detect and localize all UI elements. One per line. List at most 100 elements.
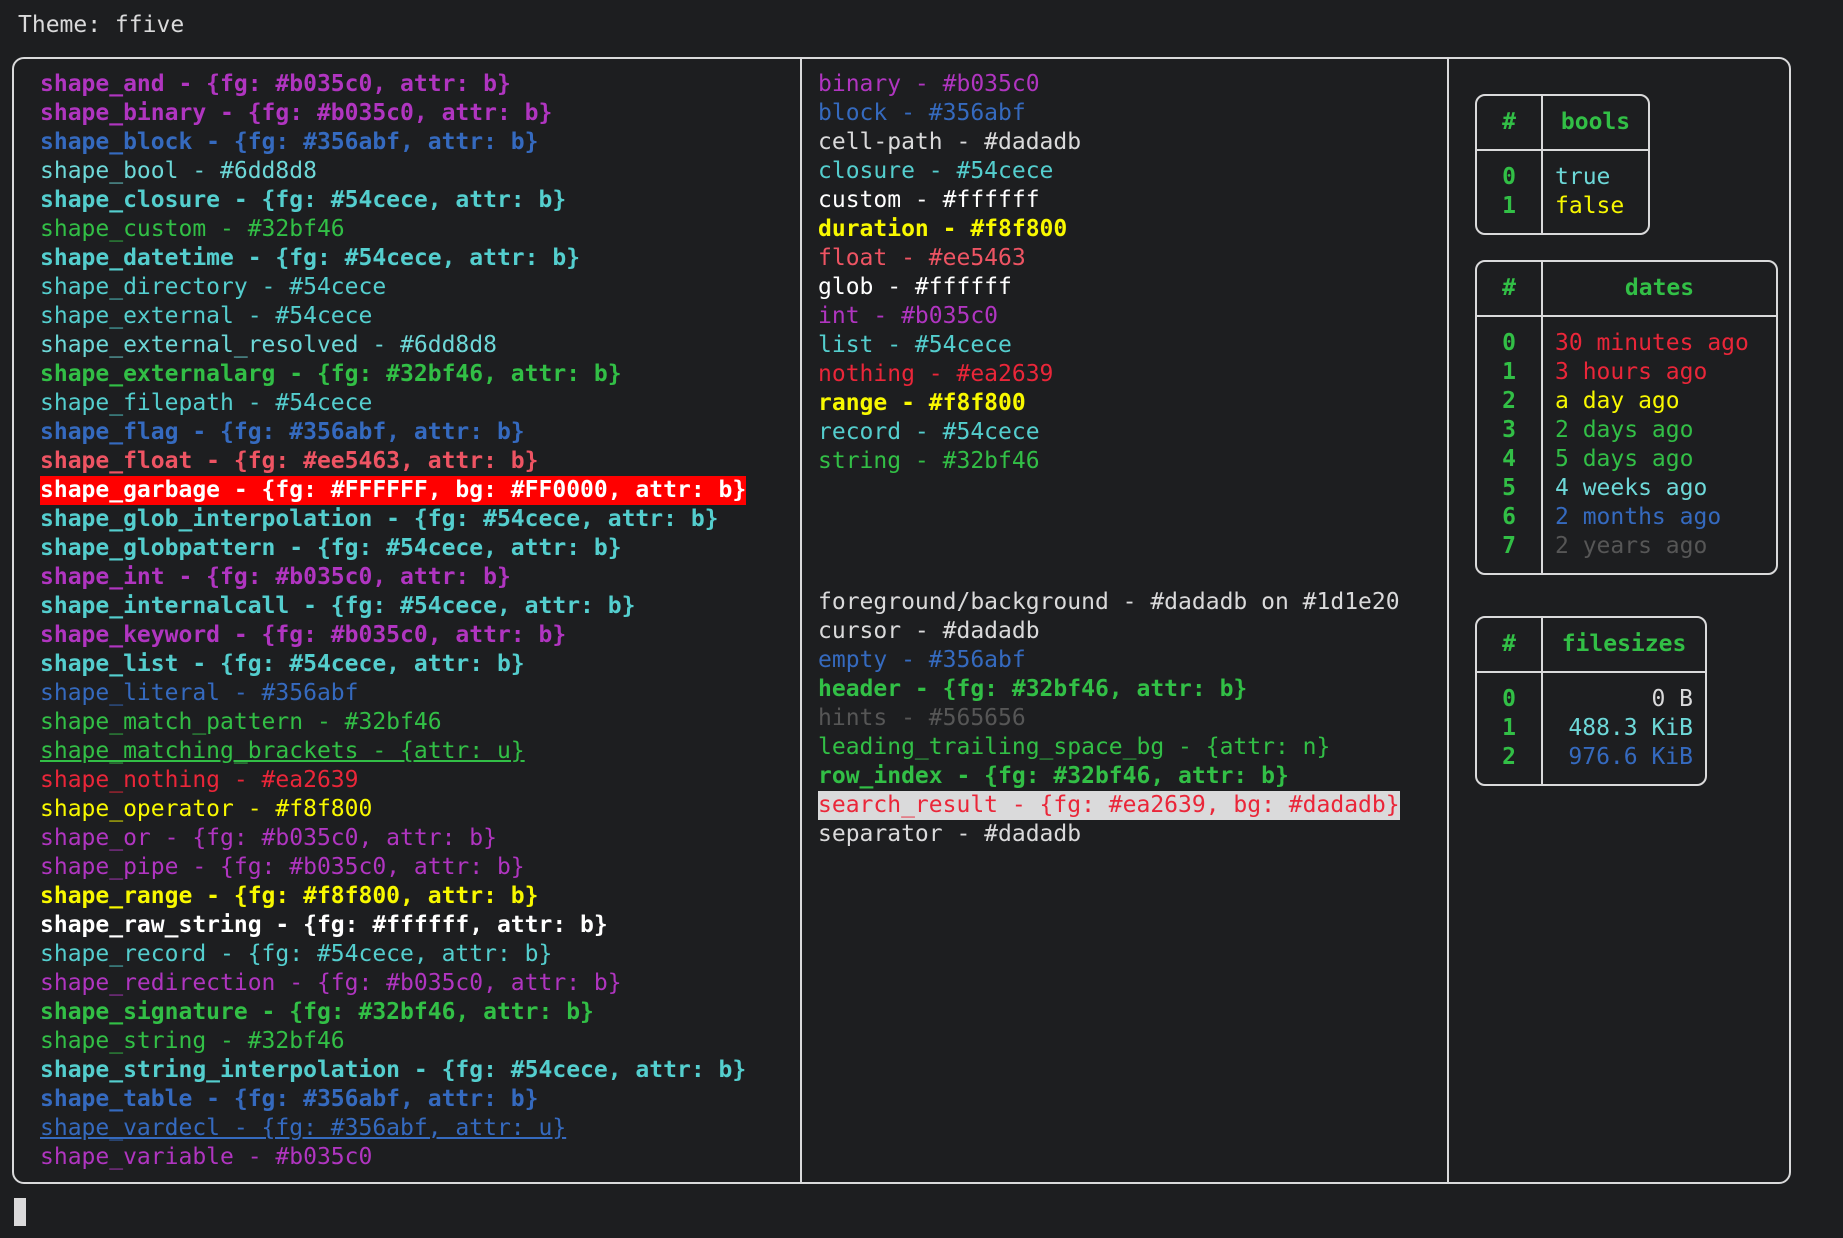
table-row: 0 30 minutes ago xyxy=(1477,316,1776,358)
shape-entry: shape_nothing - #ea2639 xyxy=(40,767,359,793)
table-row: 7 2 years ago xyxy=(1477,532,1776,573)
ui-elements-column: foreground/background - #dadadb on #1d1e… xyxy=(818,588,1400,849)
type-entry: glob - #ffffff xyxy=(818,274,1012,300)
row-value: true xyxy=(1555,164,1611,190)
row-index: 0 xyxy=(1477,316,1543,358)
shape-entry: shape_signature - {fg: #32bf46, attr: b} xyxy=(40,999,594,1025)
row-index: 2 xyxy=(1477,743,1543,784)
shape-entry: shape_block - {fg: #356abf, attr: b} xyxy=(40,129,539,155)
row-value: 488.3 KiB xyxy=(1568,715,1693,741)
shape-entry: shape_keyword - {fg: #b035c0, attr: b} xyxy=(40,622,567,648)
dates-table: # dates 0 30 minutes ago 1 3 hours ago 2 a da… xyxy=(1475,260,1778,575)
table-row: 0 0 B xyxy=(1477,672,1705,714)
bools-table: # bools 0 true 1 false xyxy=(1475,94,1650,235)
shape-entry: shape_raw_string - {fg: #ffffff, attr: b… xyxy=(40,912,608,938)
shape-entry: shape_string_interpolation - {fg: #54cec… xyxy=(40,1057,747,1083)
type-entry: block - #356abf xyxy=(818,100,1026,126)
row-index: 3 xyxy=(1477,416,1543,445)
ui-entry: row_index - {fg: #32bf46, attr: b} xyxy=(818,763,1289,789)
shape-entry: shape_glob_interpolation - {fg: #54cece,… xyxy=(40,506,719,532)
shape-entry: shape_or - {fg: #b035c0, attr: b} xyxy=(40,825,497,851)
shape-entry: shape_record - {fg: #54cece, attr: b} xyxy=(40,941,553,967)
shape-entry: shape_int - {fg: #b035c0, attr: b} xyxy=(40,564,511,590)
shape-entry: shape_redirection - {fg: #b035c0, attr: … xyxy=(40,970,622,996)
row-value: 30 minutes ago xyxy=(1555,330,1749,356)
row-index: 2 xyxy=(1477,387,1543,416)
ui-entry: search_result - {fg: #ea2639, bg: #dadad… xyxy=(818,791,1400,820)
row-index: 1 xyxy=(1477,714,1543,743)
terminal-screen: Theme: ffive shape_and - {fg: #b035c0, a… xyxy=(0,0,1843,1238)
type-entry: record - #54cece xyxy=(818,419,1040,445)
row-index: 4 xyxy=(1477,445,1543,474)
filesizes-index-header: # xyxy=(1477,618,1543,673)
table-row: 6 2 months ago xyxy=(1477,503,1776,532)
ui-entry: separator - #dadadb xyxy=(818,821,1082,847)
table-row: 1 false xyxy=(1477,192,1648,233)
shape-entry: shape_flag - {fg: #356abf, attr: b} xyxy=(40,419,525,445)
shape-entry: shape_operator - #f8f800 xyxy=(40,796,373,822)
ui-entry: hints - #565656 xyxy=(818,705,1026,731)
type-entry: duration - #f8f800 xyxy=(818,216,1068,242)
shape-entry: shape_binary - {fg: #b035c0, attr: b} xyxy=(40,100,553,126)
table-row: 4 5 days ago xyxy=(1477,445,1776,474)
shape-entry: shape_matching_brackets - {attr: u} xyxy=(40,738,525,764)
type-entry: string - #32bf46 xyxy=(818,448,1040,474)
row-value: 2 years ago xyxy=(1555,533,1708,559)
shape-entry: shape_custom - #32bf46 xyxy=(40,216,345,242)
row-index: 5 xyxy=(1477,474,1543,503)
table-row: 3 2 days ago xyxy=(1477,416,1776,445)
shape-entry: shape_match_pattern - #32bf46 xyxy=(40,709,442,735)
type-entry: cell-path - #dadadb xyxy=(818,129,1082,155)
column-divider-1 xyxy=(800,59,802,1182)
shape-entry: shape_filepath - #54cece xyxy=(40,390,373,416)
shape-entry: shape_range - {fg: #f8f800, attr: b} xyxy=(40,883,539,909)
shape-entry: shape_datetime - {fg: #54cece, attr: b} xyxy=(40,245,581,271)
ui-entry: header - {fg: #32bf46, attr: b} xyxy=(818,676,1248,702)
type-entry: custom - #ffffff xyxy=(818,187,1040,213)
bools-value-header: bools xyxy=(1542,96,1648,151)
type-entry: float - #ee5463 xyxy=(818,245,1026,271)
bools-index-header: # xyxy=(1477,96,1543,151)
row-value: 3 hours ago xyxy=(1555,359,1708,385)
column-divider-2 xyxy=(1447,59,1449,1182)
type-entry: int - #b035c0 xyxy=(818,303,999,329)
types-column: binary - #b035c0 block - #356abf cell-path… xyxy=(818,70,1081,476)
row-index: 1 xyxy=(1477,358,1543,387)
table-row: 5 4 weeks ago xyxy=(1477,474,1776,503)
ui-entry: leading_trailing_space_bg - {attr: n} xyxy=(818,734,1331,760)
row-index: 7 xyxy=(1477,532,1543,573)
shape-entry: shape_external - #54cece xyxy=(40,303,373,329)
row-value: 5 days ago xyxy=(1555,446,1694,472)
dates-index-header: # xyxy=(1477,262,1543,317)
shape-entry: shape_string - #32bf46 xyxy=(40,1028,345,1054)
table-row: 2 a day ago xyxy=(1477,387,1776,416)
row-value: false xyxy=(1555,193,1625,219)
ui-entry: empty - #356abf xyxy=(818,647,1026,673)
table-row: 1 3 hours ago xyxy=(1477,358,1776,387)
shape-entry: shape_globpattern - {fg: #54cece, attr: … xyxy=(40,535,622,561)
theme-title: Theme: ffive xyxy=(18,12,185,38)
terminal-cursor xyxy=(14,1198,26,1226)
type-entry: binary - #b035c0 xyxy=(818,71,1040,97)
shape-entry: shape_garbage - {fg: #FFFFFF, bg: #FF000… xyxy=(40,476,747,505)
row-index: 6 xyxy=(1477,503,1543,532)
shape-entry: shape_externalarg - {fg: #32bf46, attr: … xyxy=(40,361,622,387)
shape-entry: shape_bool - #6dd8d8 xyxy=(40,158,317,184)
type-entry: range - #f8f800 xyxy=(818,390,1026,416)
type-entry: list - #54cece xyxy=(818,332,1012,358)
table-row: 1 488.3 KiB xyxy=(1477,714,1705,743)
shape-entry: shape_internalcall - {fg: #54cece, attr:… xyxy=(40,593,636,619)
shape-entry: shape_variable - #b035c0 xyxy=(40,1144,373,1170)
shape-entry: shape_pipe - {fg: #b035c0, attr: b} xyxy=(40,854,525,880)
table-row: 2 976.6 KiB xyxy=(1477,743,1705,784)
row-index: 0 xyxy=(1477,672,1543,714)
row-value: 0 B xyxy=(1651,686,1693,712)
shape-entry: shape_and - {fg: #b035c0, attr: b} xyxy=(40,71,511,97)
row-value: 4 weeks ago xyxy=(1555,475,1708,501)
shape-entry: shape_external_resolved - #6dd8d8 xyxy=(40,332,497,358)
shape-entry: shape_table - {fg: #356abf, attr: b} xyxy=(40,1086,539,1112)
shape-entry: shape_list - {fg: #54cece, attr: b} xyxy=(40,651,525,677)
shape-entry: shape_directory - #54cece xyxy=(40,274,387,300)
type-entry: closure - #54cece xyxy=(818,158,1054,184)
row-value: 2 months ago xyxy=(1555,504,1722,530)
